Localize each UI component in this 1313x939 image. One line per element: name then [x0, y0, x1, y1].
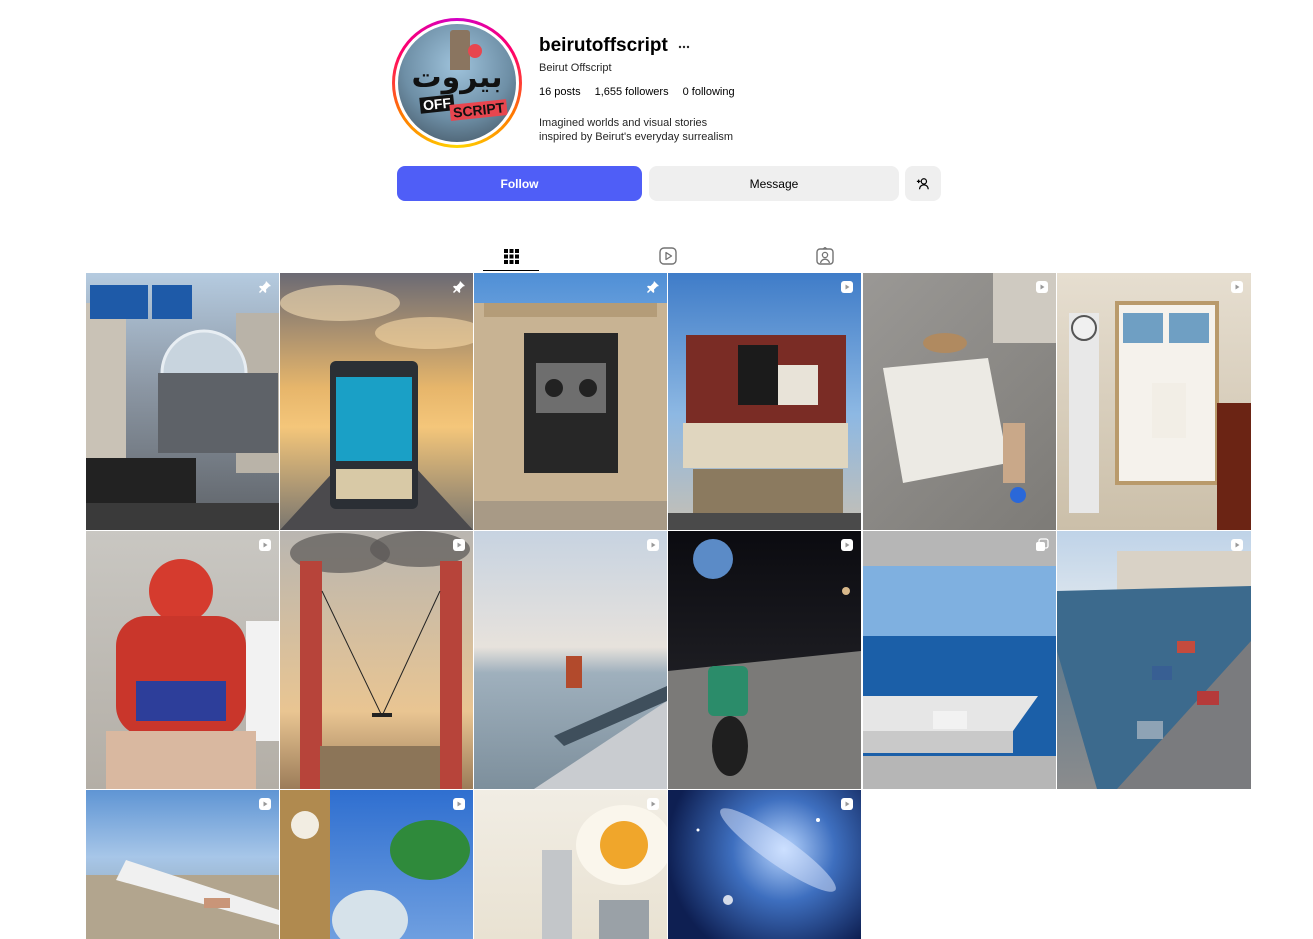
- profile-full-name: Beirut Offscript: [539, 62, 612, 74]
- post-tile[interactable]: [1057, 531, 1251, 789]
- message-button[interactable]: Message: [649, 166, 899, 201]
- post-tile[interactable]: [280, 273, 473, 530]
- post-image: [1069, 301, 1251, 530]
- reel-icon: [647, 539, 659, 551]
- avatar-logo-script: SCRIPT: [449, 99, 509, 121]
- reel-icon: [453, 539, 465, 551]
- posts-count: 16 posts: [539, 86, 581, 98]
- post-image: [668, 539, 861, 789]
- pin-icon: [453, 281, 465, 293]
- reels-icon: [659, 247, 677, 265]
- reel-icon: [259, 798, 271, 810]
- tab-tagged[interactable]: [797, 242, 853, 270]
- reel-icon: [453, 798, 465, 810]
- avatar-sun-shape: [468, 44, 482, 58]
- pin-icon: [647, 281, 659, 293]
- post-tile[interactable]: [668, 790, 861, 939]
- post-tile[interactable]: [863, 531, 1056, 789]
- post-image: [280, 285, 473, 530]
- reel-icon: [1231, 281, 1243, 293]
- profile-stats: 16 posts 1,655 followers 0 following: [539, 86, 735, 98]
- pin-icon: [259, 281, 271, 293]
- tab-reels[interactable]: [640, 242, 696, 270]
- profile-username: beirutoffscript: [539, 35, 668, 56]
- post-tile[interactable]: [86, 531, 279, 789]
- post-tile[interactable]: [86, 273, 279, 530]
- following-count[interactable]: 0 following: [683, 86, 735, 98]
- add-user-icon: [916, 177, 929, 189]
- reel-icon: [259, 539, 271, 551]
- more-horizontal-icon[interactable]: [678, 36, 690, 52]
- add-user-button[interactable]: [905, 166, 941, 201]
- post-image: [86, 860, 279, 939]
- reel-icon: [841, 798, 853, 810]
- post-image: [668, 335, 861, 530]
- post-image: [86, 285, 279, 530]
- profile-avatar-ring[interactable]: بيروت OFF SCRIPT: [392, 18, 522, 148]
- reel-icon: [1036, 281, 1048, 293]
- reel-icon: [841, 539, 853, 551]
- post-tile[interactable]: [280, 790, 473, 939]
- post-tile[interactable]: [86, 790, 279, 939]
- post-tile[interactable]: [474, 531, 667, 789]
- post-tile[interactable]: [668, 531, 861, 789]
- bio-line: inspired by Beirut's everyday surrealism: [539, 131, 734, 143]
- post-tile[interactable]: [474, 273, 667, 530]
- tab-posts[interactable]: [483, 242, 539, 271]
- post-tile[interactable]: [668, 273, 861, 530]
- carousel-icon: [1036, 538, 1049, 551]
- post-image: [1057, 551, 1251, 789]
- reel-icon: [647, 798, 659, 810]
- reel-icon: [1231, 539, 1243, 551]
- post-image: [474, 303, 667, 530]
- post-image: [696, 808, 836, 905]
- post-image: [290, 531, 470, 789]
- posts-grid: [86, 273, 1251, 939]
- avatar-logo-arabic: بيروت: [411, 60, 503, 95]
- tagged-icon: [816, 247, 834, 265]
- follow-button[interactable]: Follow: [397, 166, 642, 201]
- post-tile[interactable]: [474, 790, 667, 939]
- post-image: [534, 656, 667, 789]
- bio-line: Imagined worlds and visual stories: [539, 117, 708, 129]
- post-tile[interactable]: [1057, 273, 1251, 530]
- post-image: [106, 559, 279, 789]
- avatar-frame: بيروت OFF SCRIPT: [395, 21, 519, 145]
- post-tile[interactable]: [280, 531, 473, 789]
- grid-icon: [503, 248, 519, 264]
- post-tile[interactable]: [863, 273, 1056, 530]
- post-image: [863, 566, 1056, 756]
- post-image: [542, 805, 667, 939]
- reel-icon: [841, 281, 853, 293]
- post-image: [280, 790, 470, 939]
- avatar[interactable]: بيروت OFF SCRIPT: [398, 24, 516, 142]
- post-image: [883, 273, 1056, 503]
- followers-count[interactable]: 1,655 followers: [595, 86, 669, 98]
- profile-bio: Imagined worlds and visual stories inspi…: [539, 116, 779, 144]
